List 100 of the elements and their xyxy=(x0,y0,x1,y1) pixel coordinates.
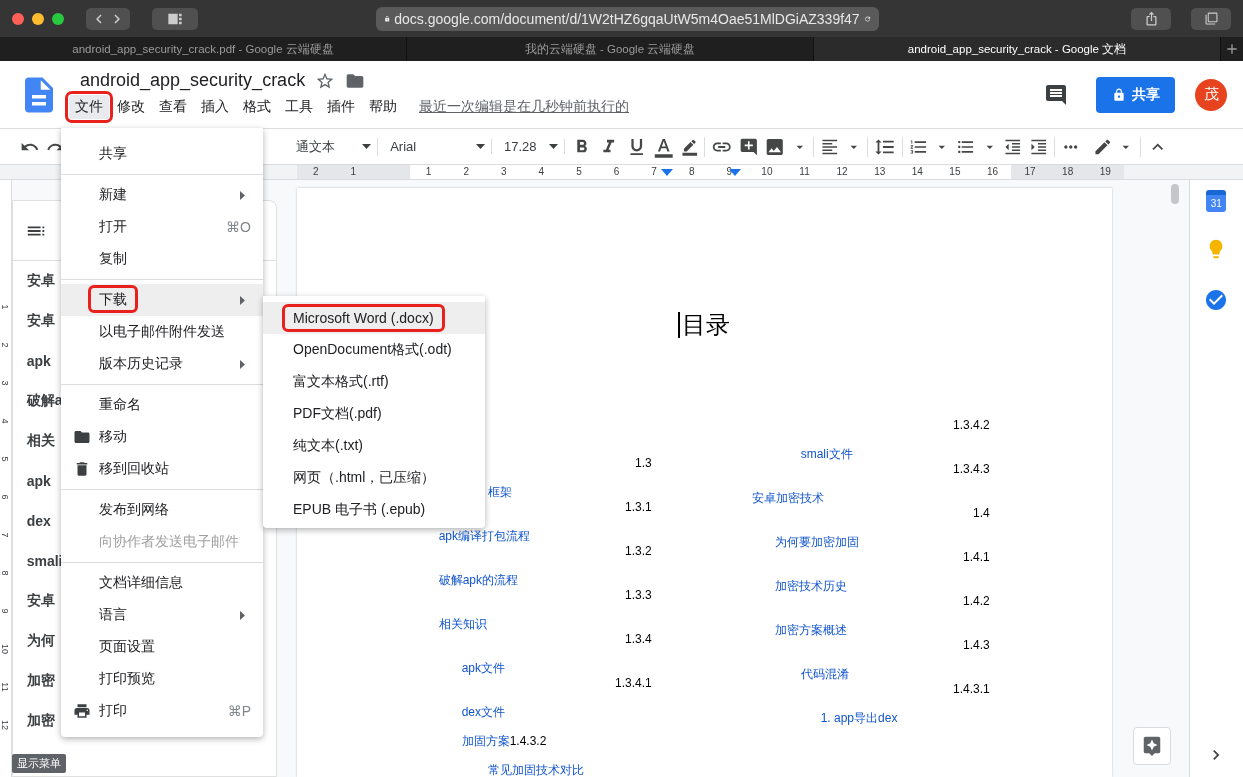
ruler-number: 6 xyxy=(0,493,12,502)
menu-bar-item[interactable]: 插入 xyxy=(195,95,235,119)
add-comment-icon[interactable] xyxy=(738,136,759,157)
toc-link[interactable]: 相关知识 xyxy=(438,616,487,632)
menu-item[interactable]: Microsoft Word (.docx) xyxy=(263,302,485,334)
toc-link[interactable]: 常见加固技术对比 xyxy=(487,762,584,777)
menu-item[interactable]: 移动 xyxy=(61,421,263,453)
menu-bar-item[interactable]: 插件 xyxy=(321,95,361,119)
menu-bar-item[interactable]: 帮助 xyxy=(363,95,403,119)
highlighter-icon[interactable] xyxy=(680,137,699,156)
toc-link[interactable]: apk编译打包流程 xyxy=(438,528,531,544)
ruler-number: 11 xyxy=(785,165,824,179)
menu-item[interactable]: 富文本格式(.rtf) xyxy=(263,366,485,398)
lock-icon xyxy=(1111,87,1126,102)
menu-item[interactable]: 下载 xyxy=(61,284,263,316)
zoom-window-button[interactable] xyxy=(52,12,64,25)
indent-marker[interactable] xyxy=(729,169,741,176)
toc-page-number: 1.4.3.1 xyxy=(951,682,990,697)
ruler-number: 9 xyxy=(0,607,12,616)
toc-page-number: 1.3 xyxy=(634,456,652,471)
style-dropdown[interactable]: 通文本 xyxy=(290,137,379,156)
calendar-icon[interactable]: 31 xyxy=(1206,190,1227,212)
ruler-number: 5 xyxy=(0,455,12,464)
caret-icon xyxy=(475,144,485,149)
address-bar[interactable]: docs.google.com/document/d/1W2tHZ6gqaUtW5m4Oae51MlDGiAZ339f47 xyxy=(376,6,879,31)
menu-item[interactable]: EPUB 电子书 (.epub) xyxy=(263,494,485,526)
toc-link[interactable]: 安卓加密技术 xyxy=(751,490,824,506)
toc-link[interactable]: smali文件 xyxy=(800,446,853,462)
menu-item[interactable]: 发布到网络 xyxy=(61,494,263,526)
font-dropdown[interactable]: Arial xyxy=(384,139,492,154)
ruler-number: 2 xyxy=(447,165,485,179)
new-tab-icon[interactable] xyxy=(1224,41,1240,57)
toc-page-number: 1.3.4.2 xyxy=(951,418,990,433)
scrollbar-thumb[interactable] xyxy=(1170,184,1179,204)
menu-item[interactable]: 版本历史记录 xyxy=(61,348,263,380)
ruler-number: 1 xyxy=(0,303,12,312)
toc-link[interactable]: dex文件 xyxy=(461,704,506,720)
ruler-number: 15 xyxy=(936,165,974,179)
folder-icon xyxy=(73,428,91,446)
toc-page-number: 1.4.3 xyxy=(961,638,990,653)
minimize-window-button[interactable] xyxy=(32,12,44,25)
toc-page-number: 1.3.2 xyxy=(623,544,652,559)
ruler-number: 7 xyxy=(0,531,12,540)
menu-bar-item[interactable]: 查看 xyxy=(153,95,193,119)
menu-item[interactable]: 共享 xyxy=(61,138,263,170)
menu-item[interactable]: PDF文档(.pdf) xyxy=(263,398,485,430)
menu-item[interactable]: 纯文本(.txt) xyxy=(263,430,485,462)
ruler-number: 2 xyxy=(0,341,12,350)
comment-icon[interactable] xyxy=(1044,82,1068,107)
menu-item[interactable]: 语言 xyxy=(61,599,263,631)
menu-item[interactable]: 复制 xyxy=(61,243,263,275)
toc-link[interactable]: apk文件 xyxy=(461,660,506,676)
browser-tab[interactable]: android_app_security_crack - Google 文档 xyxy=(814,37,1221,61)
menu-item[interactable]: 网页（.html，已压缩） xyxy=(263,462,485,494)
toc-page-number: 1.3.1 xyxy=(623,500,652,515)
toc-link[interactable]: 加密方案概述 xyxy=(774,622,847,638)
menu-item[interactable]: 新建 xyxy=(61,179,263,211)
tasks-icon[interactable] xyxy=(1204,288,1229,312)
toc-link[interactable]: 1. app导出dex xyxy=(820,710,898,726)
ruler-number: 10 xyxy=(748,165,786,179)
toc-page-number: 1.3.4.3 xyxy=(951,462,990,477)
document-title[interactable]: android_app_security_crack xyxy=(80,70,306,91)
menu-item[interactable]: 打开 ⌘O xyxy=(61,211,263,243)
menu-bar-item[interactable]: 工具 xyxy=(279,95,319,119)
toc-link[interactable]: 代码混淆 xyxy=(800,666,849,682)
submenu-arrow-icon xyxy=(240,295,245,305)
ruler-number: 17 xyxy=(1011,165,1049,179)
menu-bar-item[interactable]: 修改 xyxy=(111,95,151,119)
share-button[interactable]: 共享 xyxy=(1096,76,1175,113)
toc-link[interactable]: 为何要加密加固 xyxy=(774,534,859,550)
ruler-number: 3 xyxy=(0,379,12,388)
menu-item[interactable]: 重命名 xyxy=(61,389,263,421)
toc-page-number: 1.3.4.1 xyxy=(613,676,652,691)
close-window-button[interactable] xyxy=(12,12,24,25)
toc-link[interactable]: 加固方案1.4.3.2 xyxy=(461,733,547,749)
ruler-number: 3 xyxy=(484,165,523,179)
explore-button[interactable] xyxy=(1132,727,1171,765)
menu-item[interactable]: OpenDocument格式(.odt) xyxy=(263,334,485,366)
ruler-number: 4 xyxy=(522,165,561,179)
menu-item[interactable]: 以电子邮件附件发送 xyxy=(61,316,263,348)
menu-item[interactable]: 打印 ⌘P xyxy=(61,695,263,727)
ruler-number: 7 xyxy=(635,165,673,179)
ruler-number: 13 xyxy=(860,165,899,179)
indent-marker[interactable] xyxy=(661,169,673,176)
last-edit-link[interactable]: 最近一次编辑是在几秒钟前执行的 xyxy=(419,98,629,116)
toc-link[interactable]: 破解apk的流程 xyxy=(438,572,519,588)
menu-bar-item[interactable]: 格式 xyxy=(237,95,277,119)
document-heading: 目录 xyxy=(678,312,731,338)
menu-item[interactable]: 文档详细信息 xyxy=(61,567,263,599)
tabs-icon[interactable] xyxy=(1204,12,1218,25)
menu-item[interactable]: 页面设置 xyxy=(61,631,263,663)
toc-link[interactable]: 框架 xyxy=(487,484,512,500)
menu-item[interactable]: 移到回收站 xyxy=(61,453,263,485)
ruler-number: 18 xyxy=(1048,165,1087,179)
toc-link[interactable]: 加密技术历史 xyxy=(774,578,847,594)
ruler-number: 1 xyxy=(409,165,448,179)
avatar[interactable]: 茂 xyxy=(1195,78,1227,111)
font-size-dropdown[interactable]: 17.28 xyxy=(497,139,565,154)
menu-item[interactable]: 打印预览 xyxy=(61,663,263,695)
ruler-number: 12 xyxy=(0,719,12,731)
